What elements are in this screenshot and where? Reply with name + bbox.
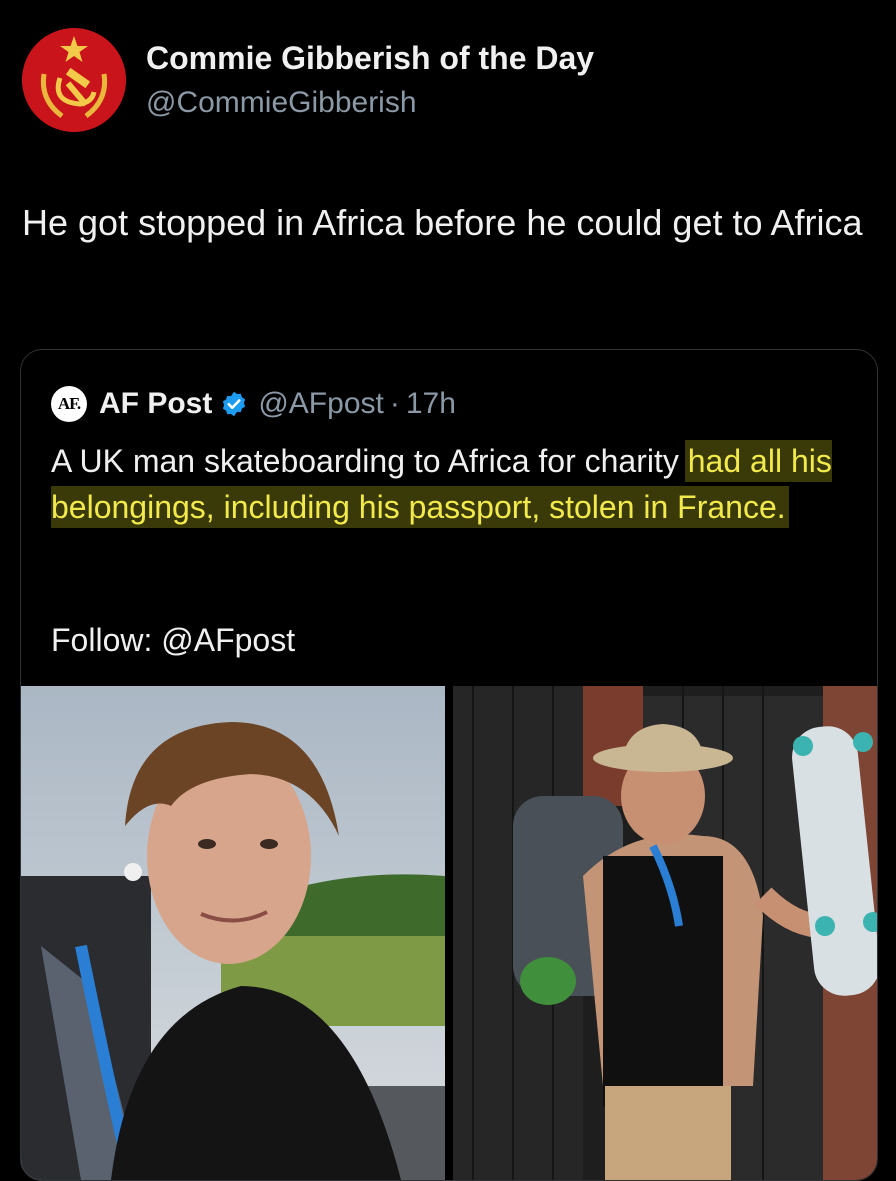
quoted-tweet-card[interactable]: AF. AF Post @AFpost · 17h A UK man skate… [20, 349, 878, 1181]
quoted-tweet-text: A UK man skateboarding to Africa for cha… [51, 438, 851, 530]
quoted-tweet-time[interactable]: 17h [406, 387, 456, 421]
author-avatar[interactable] [22, 28, 126, 132]
author-display-name[interactable]: Commie Gibberish of the Day [146, 40, 594, 77]
quoted-author-handle[interactable]: @AFpost [258, 387, 384, 421]
quoted-author-name[interactable]: AF Post [99, 387, 212, 421]
verified-badge-icon [223, 391, 246, 417]
author-handle[interactable]: @CommieGibberish [146, 86, 417, 120]
selfie-photo[interactable] [21, 686, 445, 1180]
quoted-tweet-header: AF. AF Post @AFpost · 17h [51, 386, 456, 422]
dot-separator: · [389, 387, 400, 420]
follow-text: Follow: @AFpost [51, 622, 296, 658]
skateboard-photo[interactable] [453, 686, 877, 1180]
quoted-text-plain: A UK man skateboarding to Africa for cha… [51, 443, 688, 479]
af-post-logo[interactable]: AF. [51, 386, 87, 422]
tweet-text: He got stopped in Africa before he could… [22, 202, 863, 243]
hammer-sickle-star-emblem-icon [22, 28, 126, 132]
